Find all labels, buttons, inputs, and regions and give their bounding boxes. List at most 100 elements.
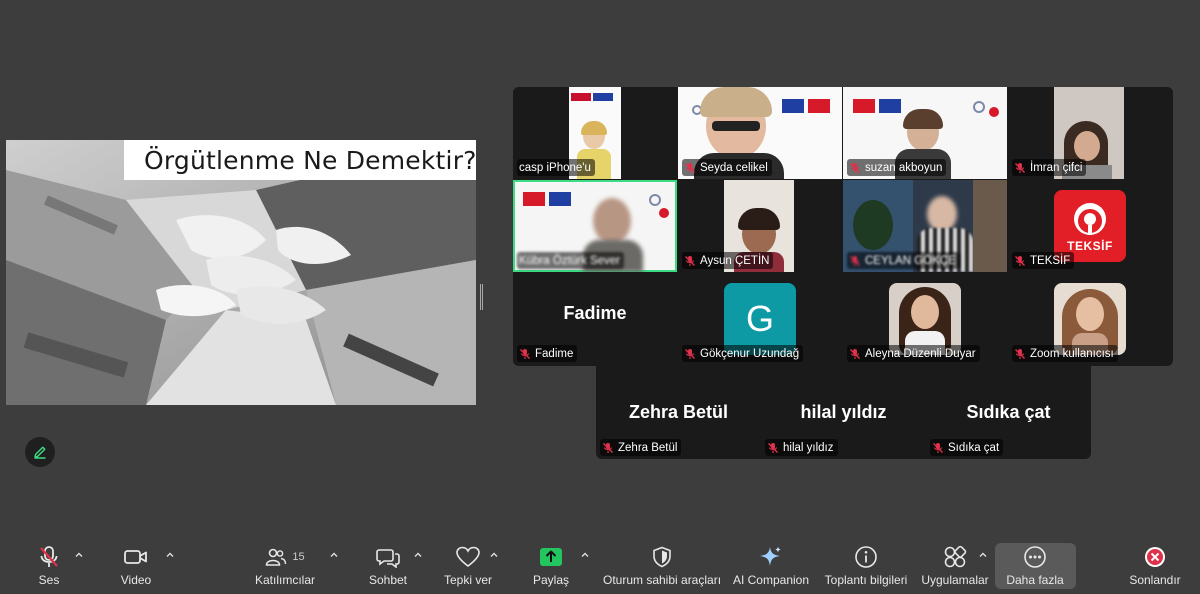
crescent-star-icon xyxy=(1074,203,1106,235)
slide-title: Örgütlenme Ne Demektir? xyxy=(144,145,476,175)
chat-icon xyxy=(376,549,400,568)
participant-name-label: CEYLAN GÖKÇE xyxy=(847,252,960,269)
chevron-up-icon[interactable] xyxy=(580,550,590,560)
video-button[interactable]: Video xyxy=(118,544,154,592)
participant-name-label: İmran çifci xyxy=(1012,159,1087,176)
mic-muted-icon xyxy=(850,348,860,359)
more-button[interactable]: Daha fazla xyxy=(1000,544,1070,592)
sparkle-icon xyxy=(760,546,781,566)
video-tile[interactable]: Aleyna Düzenli Duyar xyxy=(843,273,1007,365)
chevron-up-icon[interactable] xyxy=(165,550,175,560)
video-tile[interactable]: İmran çifci xyxy=(1008,87,1172,179)
participant-name: CEYLAN GÖKÇE xyxy=(865,254,956,267)
mic-muted-icon xyxy=(1015,348,1025,359)
participant-display-name: hilal yıldız xyxy=(800,402,887,422)
participant-name-label: Seyda celikel xyxy=(682,159,772,176)
chat-label: Sohbet xyxy=(368,573,408,587)
annotate-button[interactable] xyxy=(25,437,55,467)
split-resize-handle[interactable] xyxy=(480,284,483,310)
participants-button[interactable]: 15 Katılımcılar xyxy=(254,544,316,592)
participant-name: Seyda celikel xyxy=(700,161,768,174)
participant-name-label: Zehra Betül xyxy=(600,439,682,456)
video-tile[interactable]: suzan akboyun xyxy=(843,87,1007,179)
video-camera-icon xyxy=(124,550,147,564)
participant-name-label: TEKSİF xyxy=(1012,252,1075,269)
participant-name: casp iPhone'u xyxy=(519,161,591,174)
participant-name: Kübra Öztürk Sever xyxy=(519,254,620,267)
participants-count: 15 xyxy=(292,551,305,563)
chevron-up-icon[interactable] xyxy=(413,550,423,560)
video-tile[interactable]: Seyda celikel xyxy=(678,87,842,179)
pencil-icon xyxy=(34,446,46,459)
participant-name-label: Aysun ÇETİN xyxy=(682,252,774,269)
chevron-up-icon[interactable] xyxy=(489,550,499,560)
apps-label: Uygulamalar xyxy=(921,573,989,587)
ai-companion-button[interactable]: AI Companion xyxy=(732,544,810,592)
audio-button[interactable]: Ses xyxy=(34,544,64,592)
share-button[interactable]: Paylaş xyxy=(530,544,572,592)
mic-muted-icon xyxy=(603,442,613,453)
active-speaker-tile[interactable]: Kübra Öztürk Sever xyxy=(513,180,677,272)
video-tile[interactable]: casp iPhone'u xyxy=(513,87,677,179)
participant-name: Gökçenur Uzundağ xyxy=(700,347,800,360)
video-tile[interactable]: CEYLAN GÖKÇE xyxy=(843,180,1007,272)
participant-gallery-overflow: Zehra Betül Zehra Betül hilal yıldız hil… xyxy=(596,366,1091,459)
video-tile[interactable]: Sıdıka çat Sıdıka çat xyxy=(926,366,1091,459)
mic-muted-icon xyxy=(768,442,778,453)
shared-slide: Örgütlenme Ne Demektir? xyxy=(6,140,476,405)
ai-companion-label: AI Companion xyxy=(732,573,810,587)
video-tile[interactable]: Aysun ÇETİN xyxy=(678,180,842,272)
participants-label: Katılımcılar xyxy=(254,573,315,587)
shield-icon xyxy=(653,546,671,568)
host-tools-button[interactable]: Oturum sahibi araçları xyxy=(603,544,721,592)
more-label: Daha fazla xyxy=(1006,573,1064,587)
apps-icon xyxy=(944,545,967,568)
participant-name: Zoom kullanıcısı xyxy=(1030,347,1114,360)
participant-name-label: casp iPhone'u xyxy=(517,159,595,176)
participant-name: Zehra Betül xyxy=(618,441,678,454)
logo-text: TEKSİF xyxy=(1067,239,1113,253)
chevron-up-icon[interactable] xyxy=(74,550,84,560)
participant-name-label: Fadime xyxy=(517,345,578,362)
chevron-up-icon[interactable] xyxy=(329,550,339,560)
participant-name-label: Aleyna Düzenli Duyar xyxy=(847,345,980,362)
heart-icon xyxy=(456,546,480,568)
meeting-info-label: Toplantı bilgileri xyxy=(824,573,908,587)
host-tools-label: Oturum sahibi araçları xyxy=(602,573,722,587)
participant-name: suzan akboyun xyxy=(865,161,943,174)
react-button[interactable]: Tepki ver xyxy=(440,544,496,592)
mic-muted-icon xyxy=(850,255,860,266)
participant-name: Sıdıka çat xyxy=(948,441,1000,454)
video-tile[interactable]: G Gökçenur Uzundağ xyxy=(678,273,842,365)
audio-label: Ses xyxy=(38,573,60,587)
meeting-toolbar: Ses Video 15 Katılımcılar Sohbet Tepki v… xyxy=(0,538,1200,594)
mic-muted-icon xyxy=(520,348,530,359)
share-label: Paylaş xyxy=(532,573,570,587)
participant-name: Aleyna Düzenli Duyar xyxy=(865,347,976,360)
mic-muted-icon xyxy=(685,162,695,173)
participant-display-name: Sıdıka çat xyxy=(966,402,1051,422)
chevron-up-icon[interactable] xyxy=(978,550,988,560)
participant-name-label: hilal yıldız xyxy=(765,439,838,456)
meeting-info-button[interactable]: Toplantı bilgileri xyxy=(822,544,910,592)
video-tile[interactable]: Fadime Fadime xyxy=(513,273,677,365)
info-icon xyxy=(855,546,877,568)
participant-name-label: Kübra Öztürk Sever xyxy=(517,252,624,269)
chat-button[interactable]: Sohbet xyxy=(366,544,410,592)
participant-name-label: Sıdıka çat xyxy=(930,439,1004,456)
mic-muted-icon xyxy=(850,162,860,173)
participant-name: Fadime xyxy=(535,347,574,360)
react-label: Tepki ver xyxy=(443,573,493,587)
video-tile[interactable]: hilal yıldız hilal yıldız xyxy=(761,366,926,459)
mic-muted-icon xyxy=(933,442,943,453)
participant-name: Aysun ÇETİN xyxy=(700,254,770,267)
end-meeting-button[interactable]: Sonlandır xyxy=(1124,544,1186,592)
participant-name-label: suzan akboyun xyxy=(847,159,947,176)
end-meeting-label: Sonlandır xyxy=(1129,573,1181,587)
video-tile[interactable]: Zoom kullanıcısı xyxy=(1008,273,1172,365)
slide-title-bar: Örgütlenme Ne Demektir? xyxy=(124,140,476,180)
video-tile[interactable]: Zehra Betül Zehra Betül xyxy=(596,366,761,459)
video-tile[interactable]: TEKSİF TEKSİF xyxy=(1008,180,1172,272)
participants-icon xyxy=(266,548,287,566)
mic-muted-icon xyxy=(1015,255,1025,266)
